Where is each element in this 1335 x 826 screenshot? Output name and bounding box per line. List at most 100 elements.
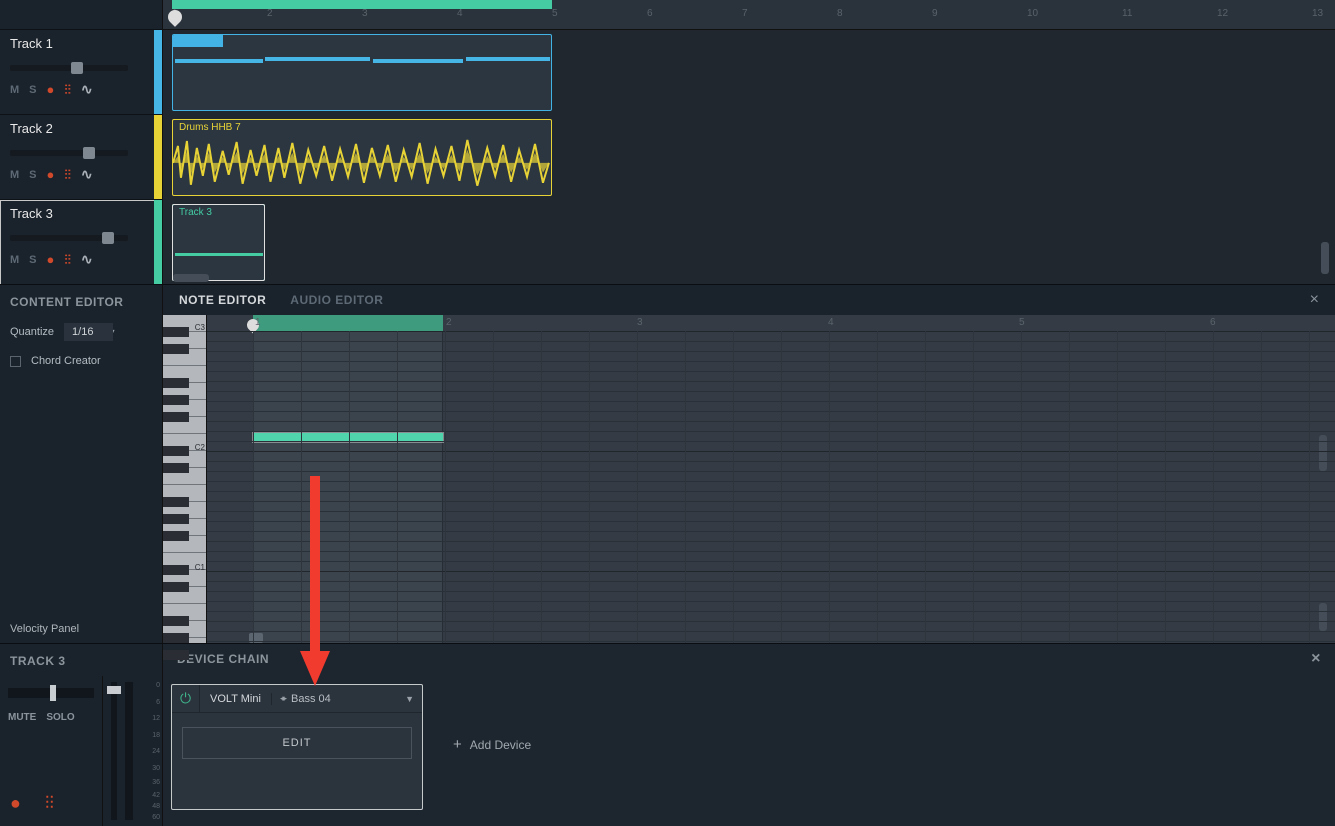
chord-creator-checkbox[interactable] bbox=[10, 356, 21, 367]
fx-icon[interactable]: ⫶⫶ bbox=[64, 252, 71, 268]
playhead-icon[interactable] bbox=[165, 7, 185, 27]
velocity-panel-label[interactable]: Velocity Panel bbox=[10, 623, 79, 635]
content-editor-panel: CONTENT EDITOR Quantize 1/16 ▼ Chord Cre… bbox=[0, 285, 163, 643]
edit-button[interactable]: EDIT bbox=[182, 727, 412, 759]
track-header-panel: Track 1 M S ● ⫶⫶ ∿ Track 2 M S ● ⫶⫶ ∿ bbox=[0, 0, 163, 284]
note-grid[interactable]: 1 2 3 4 5 6 bbox=[207, 315, 1335, 643]
track-mixer-panel: TRACK 3 MUTE SOLO ● ⫶⫶ 0 6 12 bbox=[0, 644, 163, 826]
track-header-2[interactable]: Track 2 M S ● ⫶⫶ ∿ bbox=[0, 115, 162, 200]
automation-icon[interactable]: ∿ bbox=[81, 81, 93, 98]
level-meter bbox=[125, 682, 133, 820]
plus-icon: + bbox=[453, 736, 462, 753]
track-header-1[interactable]: Track 1 M S ● ⫶⫶ ∿ bbox=[0, 30, 162, 115]
chevron-down-icon: ▼ bbox=[405, 694, 414, 704]
device-name: VOLT Mini bbox=[200, 693, 271, 705]
grid-tick: 1 bbox=[255, 317, 261, 328]
device-chain-title: DEVICE CHAIN bbox=[177, 652, 269, 666]
grid-tick: 4 bbox=[828, 317, 834, 328]
vertical-scrollbar[interactable] bbox=[1321, 242, 1329, 274]
clip-label: Track 3 bbox=[179, 207, 212, 218]
solo-button[interactable]: S bbox=[29, 169, 36, 181]
ruler-tick: 4 bbox=[457, 8, 463, 19]
note-clip-region bbox=[253, 331, 443, 643]
ruler-tick: 3 bbox=[362, 8, 368, 19]
track-volume-slider[interactable] bbox=[10, 150, 128, 156]
tab-note-editor[interactable]: NOTE EDITOR bbox=[179, 293, 266, 307]
quantize-label: Quantize bbox=[10, 326, 54, 338]
add-device-label: Add Device bbox=[470, 738, 531, 752]
piano-c-label: C1 bbox=[195, 563, 205, 572]
record-arm-icon[interactable]: ● bbox=[47, 252, 55, 267]
ruler-tick: 2 bbox=[267, 8, 273, 19]
track-name: Track 3 bbox=[10, 206, 152, 221]
volume-fader[interactable] bbox=[111, 682, 117, 820]
track-name: Track 1 bbox=[10, 36, 152, 51]
fx-icon[interactable]: ⫶⫶ bbox=[45, 793, 54, 814]
ruler-tick: 11 bbox=[1122, 8, 1132, 19]
record-arm-icon[interactable]: ● bbox=[47, 167, 55, 182]
chord-creator-label: Chord Creator bbox=[31, 355, 101, 367]
track-volume-slider[interactable] bbox=[10, 235, 128, 241]
track-mixer-title: TRACK 3 bbox=[0, 644, 162, 678]
track-color-strip bbox=[154, 115, 162, 199]
close-icon[interactable]: × bbox=[1311, 650, 1321, 668]
fx-icon[interactable]: ⫶⫶ bbox=[64, 167, 71, 183]
ruler-tick: 5 bbox=[552, 8, 558, 19]
automation-icon[interactable]: ∿ bbox=[81, 166, 93, 183]
solo-button[interactable]: S bbox=[29, 254, 36, 266]
mute-button[interactable]: M bbox=[10, 254, 19, 266]
close-icon[interactable]: × bbox=[1310, 291, 1319, 309]
editor-tabs: NOTE EDITOR AUDIO EDITOR × bbox=[163, 285, 1335, 315]
mute-button[interactable]: M bbox=[10, 84, 19, 96]
solo-button[interactable]: SOLO bbox=[46, 712, 74, 723]
device-card[interactable]: ⏻ VOLT Mini ◂▸ Bass 04 ▼ EDIT bbox=[171, 684, 423, 810]
add-device-button[interactable]: + Add Device bbox=[453, 736, 531, 753]
tab-audio-editor[interactable]: AUDIO EDITOR bbox=[290, 293, 383, 307]
grid-tick: 3 bbox=[637, 317, 643, 328]
grid-tick: 2 bbox=[446, 317, 452, 328]
ruler-tick: 9 bbox=[932, 8, 938, 19]
track-name: Track 2 bbox=[10, 121, 152, 136]
content-editor-title: CONTENT EDITOR bbox=[10, 295, 152, 309]
pan-slider[interactable] bbox=[8, 688, 94, 698]
db-scale: 0 6 12 18 24 30 36 42 48 60 bbox=[144, 682, 160, 820]
mute-button[interactable]: M bbox=[10, 169, 19, 181]
ruler-tick: 7 bbox=[742, 8, 748, 19]
note-loop-region[interactable] bbox=[253, 315, 443, 331]
preset-nav-icon[interactable]: ◂▸ bbox=[280, 693, 285, 704]
clip-label: Drums HHB 7 bbox=[179, 122, 241, 133]
power-icon[interactable]: ⏻ bbox=[172, 685, 200, 713]
piano-roll-keyboard[interactable]: C3 C2 C1 bbox=[163, 315, 207, 643]
fx-icon[interactable]: ⫶⫶ bbox=[64, 82, 71, 98]
vertical-scrollbar[interactable] bbox=[1319, 603, 1327, 631]
timeline-ruler[interactable]: 1 2 3 4 5 6 7 8 9 10 11 12 13 bbox=[163, 0, 1335, 30]
ruler-tick: 12 bbox=[1217, 8, 1228, 19]
ruler-tick: 13 bbox=[1312, 8, 1323, 19]
piano-c-label: C3 bbox=[195, 323, 205, 332]
grid-tick: 5 bbox=[1019, 317, 1025, 328]
track-color-strip bbox=[154, 200, 162, 284]
midi-clip[interactable]: Track 3 bbox=[172, 204, 265, 281]
solo-button[interactable]: S bbox=[29, 84, 36, 96]
piano-c-label: C2 bbox=[195, 443, 205, 452]
track-volume-slider[interactable] bbox=[10, 65, 128, 71]
arrangement-timeline[interactable]: 1 2 3 4 5 6 7 8 9 10 11 12 13 bbox=[163, 0, 1335, 284]
record-arm-icon[interactable]: ● bbox=[10, 793, 21, 814]
quantize-select[interactable]: 1/16 bbox=[64, 323, 113, 341]
record-arm-icon[interactable]: ● bbox=[47, 82, 55, 97]
preset-selector[interactable]: ◂▸ Bass 04 ▼ bbox=[271, 693, 422, 705]
ruler-tick: 8 bbox=[837, 8, 843, 19]
ruler-tick: 10 bbox=[1027, 8, 1038, 19]
grid-tick: 6 bbox=[1210, 317, 1216, 328]
automation-icon[interactable]: ∿ bbox=[81, 251, 93, 268]
waveform-icon bbox=[173, 136, 551, 190]
device-chain-header: DEVICE CHAIN × bbox=[163, 644, 1335, 674]
track-color-strip bbox=[154, 30, 162, 114]
preset-name: Bass 04 bbox=[291, 693, 331, 705]
mute-button[interactable]: MUTE bbox=[8, 712, 36, 723]
midi-clip[interactable] bbox=[172, 34, 552, 111]
ruler-tick: 6 bbox=[647, 8, 653, 19]
track-header-3[interactable]: Track 3 M S ● ⫶⫶ ∿ bbox=[0, 200, 162, 285]
horizontal-scrollbar[interactable] bbox=[173, 274, 209, 282]
audio-clip[interactable]: Drums HHB 7 bbox=[172, 119, 552, 196]
